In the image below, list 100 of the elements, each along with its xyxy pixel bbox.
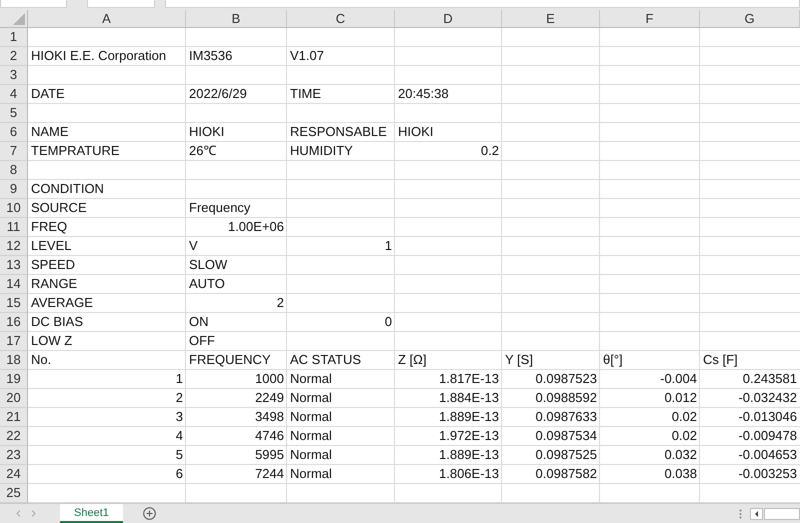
table-cell-text: -0.013046 <box>737 408 798 426</box>
column-header[interactable]: D <box>395 10 502 28</box>
table-cell-text: OFF <box>188 332 216 350</box>
table-cell-text: 1000 <box>254 370 285 388</box>
formula-button-area[interactable] <box>87 0 155 8</box>
table-cell-text: 1 <box>174 370 184 388</box>
row-header[interactable]: 22 <box>0 427 28 446</box>
table-cell-text: 0.0987582 <box>534 465 598 483</box>
table-cell-text: 0.02 <box>670 408 698 426</box>
table-cell-text: 1.884E-13 <box>438 389 500 407</box>
select-all-corner[interactable] <box>0 10 28 28</box>
row-header[interactable]: 21 <box>0 408 28 427</box>
row-header[interactable]: 16 <box>0 313 28 332</box>
name-box[interactable] <box>0 0 67 8</box>
row-header[interactable]: 2 <box>0 47 28 66</box>
table-cell-text: TEMPRATURE <box>30 142 121 160</box>
table-cell-text: LEVEL <box>30 237 72 255</box>
table-cell-text: ON <box>188 313 210 331</box>
table-cell-text: -0.004653 <box>737 446 798 464</box>
column-header[interactable]: B <box>186 10 287 28</box>
table-cell-text: HUMIDITY <box>289 142 354 160</box>
table-cell-text: 0.0988592 <box>534 389 598 407</box>
row-header[interactable]: 4 <box>0 85 28 104</box>
row-header[interactable]: 5 <box>0 104 28 123</box>
table-cell-text: 0.012 <box>663 389 698 407</box>
table-cell-text: SLOW <box>188 256 228 274</box>
table-cell-text: 1.806E-13 <box>438 465 500 483</box>
row-header[interactable]: 8 <box>0 161 28 180</box>
table-cell-text: Frequency <box>188 199 252 217</box>
table-cell-text: No. <box>30 351 52 369</box>
table-cell-text: 2022/6/29 <box>188 85 248 103</box>
table-cell-text: HIOKI <box>188 123 226 141</box>
row-header[interactable]: 23 <box>0 446 28 465</box>
table-cell-text: Normal <box>289 408 333 426</box>
splitter-handle-icon[interactable] <box>739 508 742 518</box>
table-cell-text: 2 <box>276 294 285 312</box>
select-all-triangle-icon[interactable] <box>13 13 25 25</box>
scroll-right-icon[interactable] <box>31 510 36 517</box>
formula-bar[interactable] <box>165 0 800 8</box>
table-cell-text: 2 <box>174 389 184 407</box>
row-header[interactable]: 1 <box>0 28 28 47</box>
table-cell-text: 0.038 <box>663 465 698 483</box>
row-header[interactable]: 17 <box>0 332 28 351</box>
row-header[interactable]: 25 <box>0 484 28 503</box>
table-cell-text: 0.243581 <box>742 370 798 388</box>
row-header[interactable]: 20 <box>0 389 28 408</box>
table-cell-text: 3498 <box>254 408 285 426</box>
table-cell-text: HIOKI E.E. Corporation <box>30 47 168 65</box>
table-cell-text: AVERAGE <box>30 294 94 312</box>
column-header[interactable]: A <box>28 10 186 28</box>
table-cell-text: 7244 <box>254 465 285 483</box>
row-header[interactable]: 10 <box>0 199 28 218</box>
row-header[interactable]: 7 <box>0 142 28 161</box>
row-header[interactable]: 9 <box>0 180 28 199</box>
row-header[interactable]: 13 <box>0 256 28 275</box>
table-cell-text: 1.817E-13 <box>438 370 500 388</box>
table-cell-text: θ[°] <box>602 351 624 369</box>
table-cell-text: 0.032 <box>663 446 698 464</box>
table-cell-text: V1.07 <box>289 47 325 65</box>
row-header[interactable]: 11 <box>0 218 28 237</box>
table-cell-text: 1.972E-13 <box>438 427 500 445</box>
table-cell-text: -0.003253 <box>737 465 798 483</box>
table-cell-text: AUTO <box>188 275 226 293</box>
table-cell-text: 1 <box>384 237 393 255</box>
table-cell-text: SPEED <box>30 256 76 274</box>
table-cell-text: FREQUENCY <box>188 351 272 369</box>
table-cell-text: -0.004 <box>659 370 698 388</box>
row-header[interactable]: 15 <box>0 294 28 313</box>
row-header[interactable]: 12 <box>0 237 28 256</box>
row-header[interactable]: 6 <box>0 123 28 142</box>
table-cell-text: NAME <box>30 123 70 141</box>
column-header[interactable]: G <box>700 10 800 28</box>
table-cell-text: 6 <box>174 465 184 483</box>
table-cell-text: 20:45:38 <box>397 85 450 103</box>
row-header[interactable]: 14 <box>0 275 28 294</box>
table-cell-text: SOURCE <box>30 199 88 217</box>
table-cell-text: 5 <box>174 446 184 464</box>
table-cell-text: HIOKI <box>397 123 434 141</box>
table-cell-text: 4 <box>174 427 184 445</box>
table-cell-text: Normal <box>289 389 333 407</box>
row-header[interactable]: 24 <box>0 465 28 484</box>
row-header[interactable]: 19 <box>0 370 28 389</box>
table-cell-text: 5995 <box>254 446 285 464</box>
sheet-tab[interactable]: Sheet1 <box>60 504 123 523</box>
table-cell-text: Z [Ω] <box>397 351 428 369</box>
table-cell-text: V <box>188 237 199 255</box>
row-header[interactable]: 18 <box>0 351 28 370</box>
add-sheet-icon[interactable] <box>142 507 156 520</box>
column-header[interactable]: E <box>502 10 600 28</box>
table-cell-text: 1.889E-13 <box>438 446 500 464</box>
horizontal-scrollbar[interactable] <box>764 508 800 520</box>
column-header[interactable]: F <box>600 10 700 28</box>
table-cell-text: Normal <box>289 465 333 483</box>
row-header[interactable]: 3 <box>0 66 28 85</box>
table-cell-text: 0.02 <box>670 427 698 445</box>
table-cell-text: -0.009478 <box>737 427 798 445</box>
column-header[interactable]: C <box>287 10 395 28</box>
table-cell-text: IM3536 <box>188 47 234 65</box>
scroll-left-icon[interactable] <box>750 508 763 520</box>
table-cell-text: Normal <box>289 446 333 464</box>
